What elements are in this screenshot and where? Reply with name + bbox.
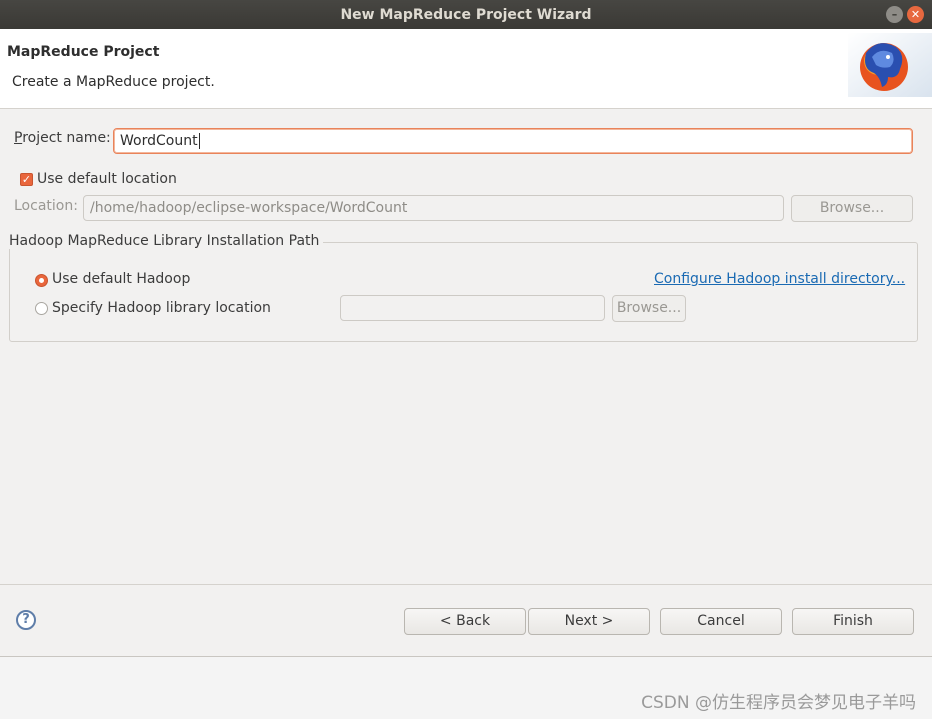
back-button[interactable]: < Back	[404, 608, 526, 635]
wizard-header: MapReduce Project Create a MapReduce pro…	[0, 29, 932, 109]
hadoop-elephant-logo-icon	[848, 33, 932, 97]
hadoop-group-title: Hadoop MapReduce Library Installation Pa…	[9, 233, 324, 249]
page-description: Create a MapReduce project.	[12, 74, 215, 90]
location-label: Location:	[14, 198, 78, 214]
project-name-label-text: roject name:	[22, 130, 111, 146]
hadoop-library-location-input[interactable]	[340, 295, 605, 321]
project-name-label: Project name:	[14, 130, 111, 146]
footer-separator	[0, 584, 932, 585]
minimize-icon[interactable]: –	[886, 6, 903, 23]
location-value: /home/hadoop/eclipse-workspace/WordCount	[90, 200, 408, 216]
text-caret	[198, 133, 200, 149]
specify-hadoop-location-radio[interactable]	[35, 302, 48, 315]
project-name-value: WordCount	[120, 133, 198, 149]
next-button[interactable]: Next >	[528, 608, 650, 635]
configure-hadoop-link[interactable]: Configure Hadoop install directory...	[654, 271, 905, 287]
use-default-hadoop-radio[interactable]	[35, 274, 48, 287]
specify-hadoop-location-label[interactable]: Specify Hadoop library location	[52, 300, 271, 316]
cancel-button[interactable]: Cancel	[660, 608, 782, 635]
window-titlebar: New MapReduce Project Wizard – ✕	[0, 0, 932, 29]
hadoop-library-group	[9, 242, 918, 342]
location-input[interactable]: /home/hadoop/eclipse-workspace/WordCount	[83, 195, 784, 221]
project-name-input[interactable]: WordCount	[113, 128, 913, 154]
page-title: MapReduce Project	[7, 44, 160, 60]
finish-button[interactable]: Finish	[792, 608, 914, 635]
window-title: New MapReduce Project Wizard	[340, 6, 592, 23]
use-default-location-checkbox[interactable]: ✓	[20, 173, 33, 186]
use-default-location-label[interactable]: Use default location	[37, 171, 177, 187]
hadoop-browse-button[interactable]: Browse...	[612, 295, 686, 322]
use-default-location-label-text: Use default location	[37, 171, 177, 187]
help-icon[interactable]: ?	[16, 610, 36, 630]
location-browse-button[interactable]: Browse...	[791, 195, 913, 222]
close-icon[interactable]: ✕	[907, 6, 924, 23]
use-default-hadoop-label[interactable]: Use default Hadoop	[52, 271, 190, 287]
watermark-text: CSDN @仿生程序员会梦见电子羊吗	[641, 693, 916, 713]
